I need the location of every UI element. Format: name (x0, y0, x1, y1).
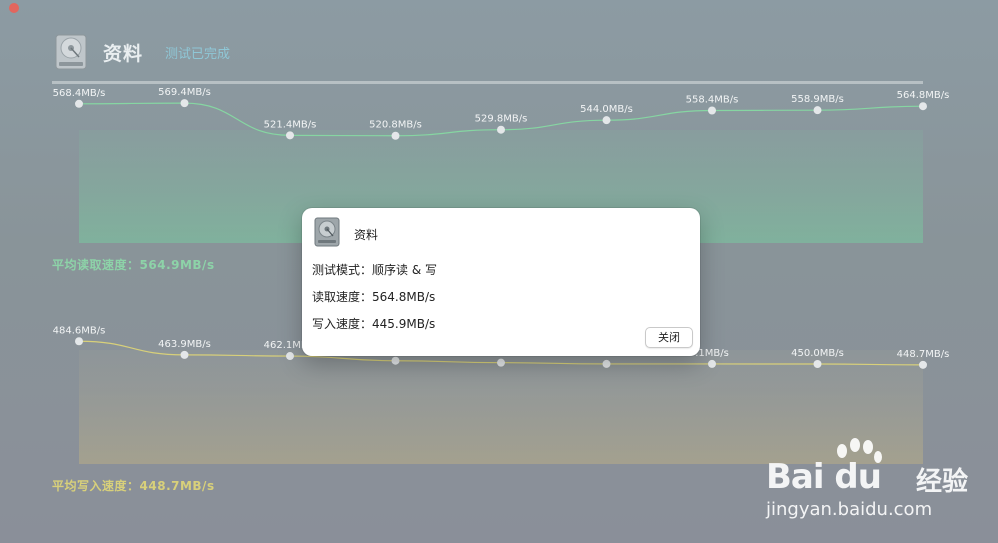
close-button[interactable]: 关闭 (645, 327, 693, 348)
avg-read-value: 564.9MB/s (139, 258, 215, 272)
read-data-point (391, 131, 400, 140)
write-data-point (602, 359, 611, 368)
write-data-point (919, 360, 927, 369)
dialog-test-mode: 测试模式：顺序读 & 写 (312, 263, 437, 277)
read-data-point (919, 102, 927, 111)
avg-write-value: 448.7MB/s (139, 479, 215, 493)
watermark: Bai du 经验 jingyan.baidu.com (766, 437, 996, 543)
read-data-label: 529.8MB/s (475, 114, 528, 125)
write-data-point (813, 360, 822, 368)
write-data-point (75, 337, 83, 346)
write-data-point (180, 350, 189, 359)
read-data-label: 564.8MB/s (897, 90, 950, 101)
avg-read-speed: 平均读取速度：564.9MB/s (52, 256, 215, 273)
avg-write-speed: 平均写入速度：448.7MB/s (52, 477, 215, 494)
avg-write-label: 平均写入速度： (52, 479, 140, 493)
avg-read-label: 平均读取速度： (52, 258, 140, 272)
read-data-point (180, 99, 189, 108)
write-data-label: 448.7MB/s (897, 349, 950, 360)
watermark-url: jingyan.baidu.com (766, 499, 933, 520)
watermark-cn: 经验 (916, 467, 969, 497)
read-data-label: 558.9MB/s (791, 94, 844, 105)
read-data-label: 544.0MB/s (580, 104, 633, 115)
write-data-point (391, 356, 400, 365)
hard-disk-icon (314, 217, 340, 247)
write-data-label: 484.6MB/s (53, 325, 106, 336)
write-data-label: 463.9MB/s (158, 339, 211, 350)
write-data-point (497, 358, 505, 367)
read-data-label: 520.8MB/s (369, 120, 422, 131)
read-data-point (708, 106, 716, 115)
dialog-title: 资料 (354, 228, 379, 242)
read-data-point (602, 116, 611, 125)
watermark-brand: Bai du (766, 457, 882, 497)
write-data-label: .1MB/s (695, 348, 729, 359)
write-data-label: 450.0MB/s (791, 348, 844, 359)
write-data-point (286, 352, 294, 361)
read-data-label: 521.4MB/s (264, 119, 317, 130)
result-dialog: 资料 测试模式：顺序读 & 写 读取速度：564.8MB/s 写入速度：445.… (302, 208, 700, 356)
read-data-point (286, 131, 294, 140)
read-data-point (497, 125, 505, 134)
dialog-write-speed: 写入速度：445.9MB/s (312, 317, 436, 331)
dialog-read-speed: 读取速度：564.8MB/s (312, 290, 436, 304)
read-data-point (813, 106, 822, 115)
read-data-label: 568.4MB/s (53, 88, 106, 99)
read-data-point (75, 99, 83, 108)
write-data-point (708, 359, 716, 368)
read-data-label: 558.4MB/s (686, 95, 739, 106)
read-data-label: 569.4MB/s (158, 87, 211, 98)
